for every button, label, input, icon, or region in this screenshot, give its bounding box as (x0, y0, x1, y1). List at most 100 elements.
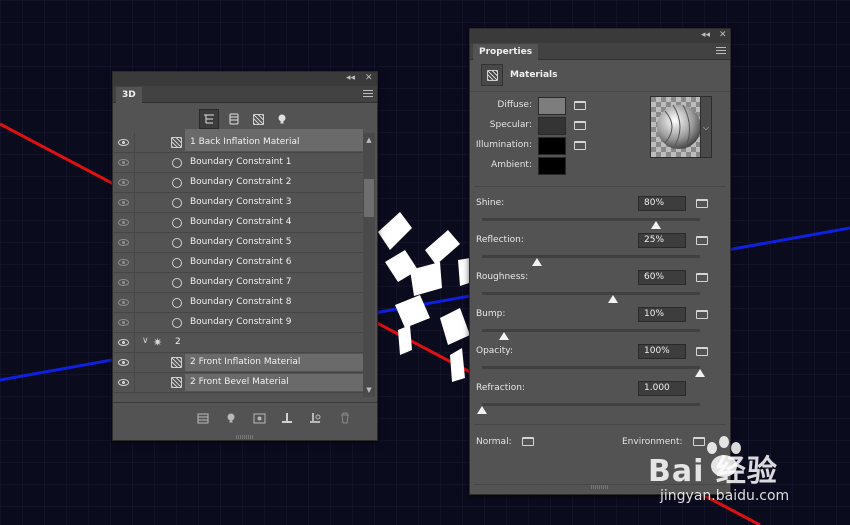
folder-icon[interactable] (696, 310, 708, 322)
visibility-toggle[interactable] (113, 233, 135, 252)
visibility-toggle[interactable] (113, 353, 135, 372)
slider-thumb[interactable] (531, 258, 542, 266)
layer-row[interactable]: Boundary Constraint 5 (113, 233, 363, 253)
folder-icon[interactable] (696, 199, 708, 211)
visibility-toggle[interactable] (113, 333, 135, 352)
tab-3d[interactable]: 3D (116, 87, 142, 103)
layer-name: Boundary Constraint 6 (190, 257, 292, 267)
layer-row[interactable]: Boundary Constraint 2 (113, 173, 363, 193)
add-light-icon[interactable] (223, 412, 239, 428)
slider-thumb[interactable] (695, 369, 705, 377)
slider-value-field[interactable]: 25% (638, 233, 686, 248)
color-row: Ambient: (470, 157, 610, 175)
layer-row[interactable]: Boundary Constraint 9 (113, 313, 363, 333)
lights-icon[interactable] (272, 109, 292, 129)
layer-row[interactable]: 1 Back Inflation Material (113, 133, 363, 153)
visibility-toggle[interactable] (113, 153, 135, 172)
layer-row[interactable]: Boundary Constraint 4 (113, 213, 363, 233)
visibility-toggle[interactable] (113, 193, 135, 212)
panel-menu-icon[interactable] (716, 47, 726, 54)
eye-icon (118, 339, 129, 346)
layer-row[interactable]: Boundary Constraint 6 (113, 253, 363, 273)
slider-track[interactable] (482, 292, 700, 295)
resize-grip[interactable] (591, 485, 609, 489)
slider-track[interactable] (482, 403, 700, 406)
layer-scrollbar[interactable]: ▲ ▼ (363, 133, 375, 397)
layer-name: Boundary Constraint 5 (190, 237, 292, 247)
close-icon[interactable]: ✕ (365, 73, 373, 83)
panel-titlebar[interactable]: ◂◂ ✕ (113, 72, 377, 86)
slider-thumb[interactable] (477, 406, 487, 414)
layer-name: Boundary Constraint 2 (190, 177, 292, 187)
slider-value-field[interactable]: 1.000 (638, 381, 686, 396)
slider-thumb[interactable] (498, 332, 509, 340)
panel-menu-icon[interactable] (363, 90, 373, 97)
render-icon[interactable] (195, 412, 211, 428)
slider-label: Shine: (476, 198, 505, 208)
panel-titlebar[interactable]: ◂◂ ✕ (470, 29, 730, 43)
layer-row[interactable]: Boundary Constraint 7 (113, 273, 363, 293)
split-mesh-icon[interactable] (307, 412, 323, 428)
collapse-icon[interactable]: ◂◂ (701, 30, 710, 40)
slider-value-field[interactable]: 60% (638, 270, 686, 285)
normal-folder-icon[interactable] (522, 437, 535, 446)
color-swatch[interactable] (538, 117, 566, 135)
layer-name: Boundary Constraint 9 (190, 317, 292, 327)
slider-row: Bump: 10% (476, 307, 720, 344)
slider-track[interactable] (482, 366, 700, 369)
slider-thumb[interactable] (607, 295, 618, 303)
layer-row[interactable]: Boundary Constraint 3 (113, 193, 363, 213)
resize-grip[interactable] (236, 435, 254, 439)
slider-track[interactable] (482, 255, 700, 258)
folder-icon[interactable] (696, 236, 708, 248)
color-swatch[interactable] (538, 137, 566, 155)
visibility-toggle[interactable] (113, 253, 135, 272)
edit-texture-icon[interactable] (574, 101, 586, 113)
color-swatch[interactable] (538, 97, 566, 115)
ground-icon[interactable] (279, 412, 295, 428)
visibility-toggle[interactable] (113, 133, 135, 152)
layer-row[interactable]: Boundary Constraint 8 (113, 293, 363, 313)
materials-icon[interactable] (248, 109, 268, 129)
visibility-toggle[interactable] (113, 293, 135, 312)
slider-value-field[interactable]: 10% (638, 307, 686, 322)
layer-group-row[interactable]: ∨ ✷ 2 (113, 333, 363, 353)
material-icon (171, 357, 183, 369)
constraint-icon (171, 297, 183, 309)
material-icon (171, 137, 183, 149)
folder-icon[interactable] (574, 141, 586, 153)
eye-icon (118, 359, 129, 366)
tab-properties[interactable]: Properties (473, 44, 539, 60)
camera-view-icon[interactable] (251, 412, 267, 428)
layer-row[interactable]: 2 Front Inflation Material (113, 353, 363, 373)
trash-icon[interactable] (337, 412, 353, 428)
chevron-down-icon[interactable]: ∨ (142, 336, 149, 346)
color-row: Illumination: (470, 137, 610, 155)
color-swatch[interactable] (538, 157, 566, 175)
preview-dropdown-chevron-icon[interactable]: ⌵ (700, 96, 712, 158)
visibility-toggle[interactable] (113, 313, 135, 332)
eye-icon (118, 379, 129, 386)
slider-row: Reflection: 25% (476, 233, 720, 270)
slider-track[interactable] (482, 329, 700, 332)
visibility-toggle[interactable] (113, 273, 135, 292)
collapse-icon[interactable]: ◂◂ (346, 73, 355, 83)
meshes-icon[interactable] (224, 109, 244, 129)
visibility-toggle[interactable] (113, 373, 135, 392)
close-icon[interactable]: ✕ (719, 30, 727, 40)
whole-scene-icon[interactable] (199, 109, 219, 129)
layer-row[interactable]: Boundary Constraint 1 (113, 153, 363, 173)
slider-track[interactable] (482, 218, 700, 221)
normal-label: Normal: (476, 437, 512, 447)
watermark: Bai 经验 jingyan.baidu.com (648, 432, 848, 522)
slider-value-field[interactable]: 80% (638, 196, 686, 211)
slider-thumb[interactable] (651, 221, 662, 229)
folder-icon[interactable] (696, 347, 708, 359)
slider-value-field[interactable]: 100% (638, 344, 686, 359)
folder-icon[interactable] (574, 121, 586, 133)
scroll-thumb[interactable] (364, 179, 374, 217)
layer-row[interactable]: 2 Front Bevel Material (113, 373, 363, 393)
folder-icon[interactable] (696, 273, 708, 285)
visibility-toggle[interactable] (113, 213, 135, 232)
visibility-toggle[interactable] (113, 173, 135, 192)
